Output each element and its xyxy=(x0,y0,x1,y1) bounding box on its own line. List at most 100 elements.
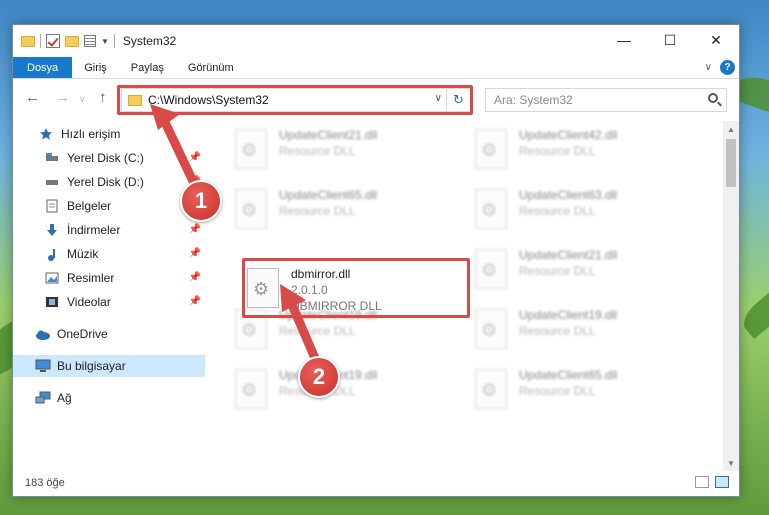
search-icon[interactable] xyxy=(708,93,718,103)
sidebar-item-label: Belgeler xyxy=(67,199,112,213)
forward-arrow-icon[interactable]: → xyxy=(55,89,70,106)
sidebar-item-pictures[interactable]: Resimler 📌 xyxy=(13,267,205,289)
sidebar-item-network[interactable]: Ağ xyxy=(13,387,205,409)
details-view-icon[interactable] xyxy=(695,476,709,488)
music-icon xyxy=(45,247,59,261)
vertical-scrollbar[interactable]: ▲ ▼ xyxy=(723,121,739,471)
file-description: Resource DLL xyxy=(279,204,356,218)
search-input[interactable]: Ara: System32 xyxy=(485,88,727,112)
scroll-thumb[interactable] xyxy=(726,139,736,187)
dll-file-icon xyxy=(235,189,267,229)
file-name: UpdateClient19.dll xyxy=(519,308,618,322)
network-icon xyxy=(35,391,51,405)
sidebar-item-label: Ağ xyxy=(57,391,72,405)
pin-icon[interactable]: 📌 xyxy=(189,272,201,283)
sidebar-item-label: Yerel Disk (C:) xyxy=(67,151,144,165)
quick-access-toolbar: ▼ xyxy=(13,34,115,48)
cloud-icon xyxy=(35,327,50,341)
navigation-pane: Hızlı erişim Yerel Disk (C:) 📌 Yerel Dis… xyxy=(13,121,205,471)
file-name: UpdateClient65.dll xyxy=(519,368,618,382)
sidebar-item-label: OneDrive xyxy=(57,327,108,341)
pin-icon[interactable]: 📌 xyxy=(189,152,201,163)
up-arrow-icon[interactable]: ↑ xyxy=(99,89,107,106)
close-button[interactable]: ✕ xyxy=(693,25,739,55)
file-name: UpdateClient42.dll xyxy=(519,128,618,142)
sidebar-item-videos[interactable]: Videolar 📌 xyxy=(13,291,205,313)
maximize-button[interactable]: ☐ xyxy=(647,25,693,55)
new-folder-icon[interactable] xyxy=(65,35,79,47)
dll-file-icon xyxy=(475,129,507,169)
sidebar-item-quick-access[interactable]: Hızlı erişim xyxy=(13,123,205,145)
folder-icon[interactable] xyxy=(21,35,35,47)
sidebar-item-music[interactable]: Müzik 📌 xyxy=(13,243,205,265)
pin-icon[interactable]: 📌 xyxy=(189,224,201,235)
dll-file-icon xyxy=(235,369,267,409)
background-leaf xyxy=(737,286,769,340)
sidebar-item-label: İndirmeler xyxy=(67,223,121,237)
file-tile[interactable]: UpdateClient42.dll Resource DLL xyxy=(475,127,695,179)
window-controls: — ☐ ✕ xyxy=(601,25,739,55)
sidebar-item-documents[interactable]: Belgeler 📌 xyxy=(13,195,205,217)
scroll-down-arrow-icon[interactable]: ▼ xyxy=(723,455,739,471)
sidebar-item-this-pc[interactable]: Bu bilgisayar xyxy=(13,355,205,377)
properties-check-icon[interactable] xyxy=(46,34,60,48)
navigation-bar: ← → ∨ ↑ C:\Windows\System32 ∨ ↻ Ara: Sys… xyxy=(13,79,739,119)
drive-icon xyxy=(45,175,59,189)
file-description: Resource DLL xyxy=(519,144,596,158)
pin-icon[interactable]: 📌 xyxy=(189,296,201,307)
file-tile[interactable]: UpdateClient63.dll Resource DLL xyxy=(475,187,695,239)
file-tile[interactable]: UpdateClient65.dll Resource DLL xyxy=(475,367,695,419)
tab-view[interactable]: Görünüm xyxy=(176,57,246,78)
file-description: Resource DLL xyxy=(519,324,596,338)
minimize-button[interactable]: — xyxy=(601,25,647,55)
tiles-view-icon[interactable] xyxy=(715,476,729,488)
scroll-up-arrow-icon[interactable]: ▲ xyxy=(723,121,739,137)
title-bar: ▼ System32 — ☐ ✕ xyxy=(13,25,739,57)
sidebar-item-label: Hızlı erişim xyxy=(61,127,121,141)
file-description: Resource DLL xyxy=(519,384,596,398)
sidebar-item-label: Yerel Disk (D:) xyxy=(67,175,144,189)
file-description: Resource DLL xyxy=(279,144,356,158)
sidebar-item-downloads[interactable]: İndirmeler 📌 xyxy=(13,219,205,241)
address-highlight-box xyxy=(117,85,473,115)
properties-icon[interactable] xyxy=(84,35,96,47)
drive-icon xyxy=(45,151,59,165)
tab-file[interactable]: Dosya xyxy=(13,57,73,78)
window-title: System32 xyxy=(122,34,177,48)
separator xyxy=(40,34,41,48)
file-tile[interactable]: UpdateClient65.dll Resource DLL xyxy=(235,187,455,239)
dll-file-icon xyxy=(475,249,507,289)
documents-icon xyxy=(45,199,59,213)
separator xyxy=(113,34,115,48)
dll-file-icon xyxy=(475,309,507,349)
sidebar-item-label: Resimler xyxy=(67,271,115,285)
view-mode-buttons xyxy=(695,476,729,488)
computer-icon xyxy=(35,359,51,373)
sidebar-item-onedrive[interactable]: OneDrive xyxy=(13,323,205,345)
back-arrow-icon[interactable]: ← xyxy=(25,89,40,106)
help-icon[interactable]: ? xyxy=(720,60,735,75)
file-name: UpdateClient65.dll xyxy=(279,188,378,202)
chevron-down-icon[interactable]: ∨ xyxy=(705,62,712,73)
step-2-badge: 2 xyxy=(298,356,340,398)
file-tile[interactable]: UpdateClient21.dll Resource DLL xyxy=(235,127,455,179)
sidebar-item-local-disk-d[interactable]: Yerel Disk (D:) 📌 xyxy=(13,171,205,193)
recent-dropdown-icon[interactable]: ∨ xyxy=(79,94,86,105)
pin-icon[interactable]: 📌 xyxy=(189,248,201,259)
step-1-badge: 1 xyxy=(180,180,222,222)
ribbon-right-controls: ∨ ? xyxy=(705,60,735,75)
status-bar: 183 öğe xyxy=(13,470,739,496)
file-description: Resource DLL xyxy=(519,204,596,218)
download-icon xyxy=(45,223,59,237)
file-tile[interactable]: UpdateClient19.dll Resource DLL xyxy=(475,307,695,359)
file-description: Resource DLL xyxy=(279,324,356,338)
dll-file-icon xyxy=(475,369,507,409)
search-placeholder: Ara: System32 xyxy=(494,93,573,107)
tab-share[interactable]: Paylaş xyxy=(119,57,176,78)
file-tile[interactable]: UpdateClient21.dll Resource DLL xyxy=(475,247,695,299)
sidebar-item-local-disk-c[interactable]: Yerel Disk (C:) 📌 xyxy=(13,147,205,169)
tab-home[interactable]: Giriş xyxy=(72,57,119,78)
file-tile[interactable]: UpdateClient19.dllResource DLL xyxy=(235,367,455,419)
dll-file-icon xyxy=(475,189,507,229)
customize-dropdown-icon[interactable]: ▼ xyxy=(101,37,109,46)
